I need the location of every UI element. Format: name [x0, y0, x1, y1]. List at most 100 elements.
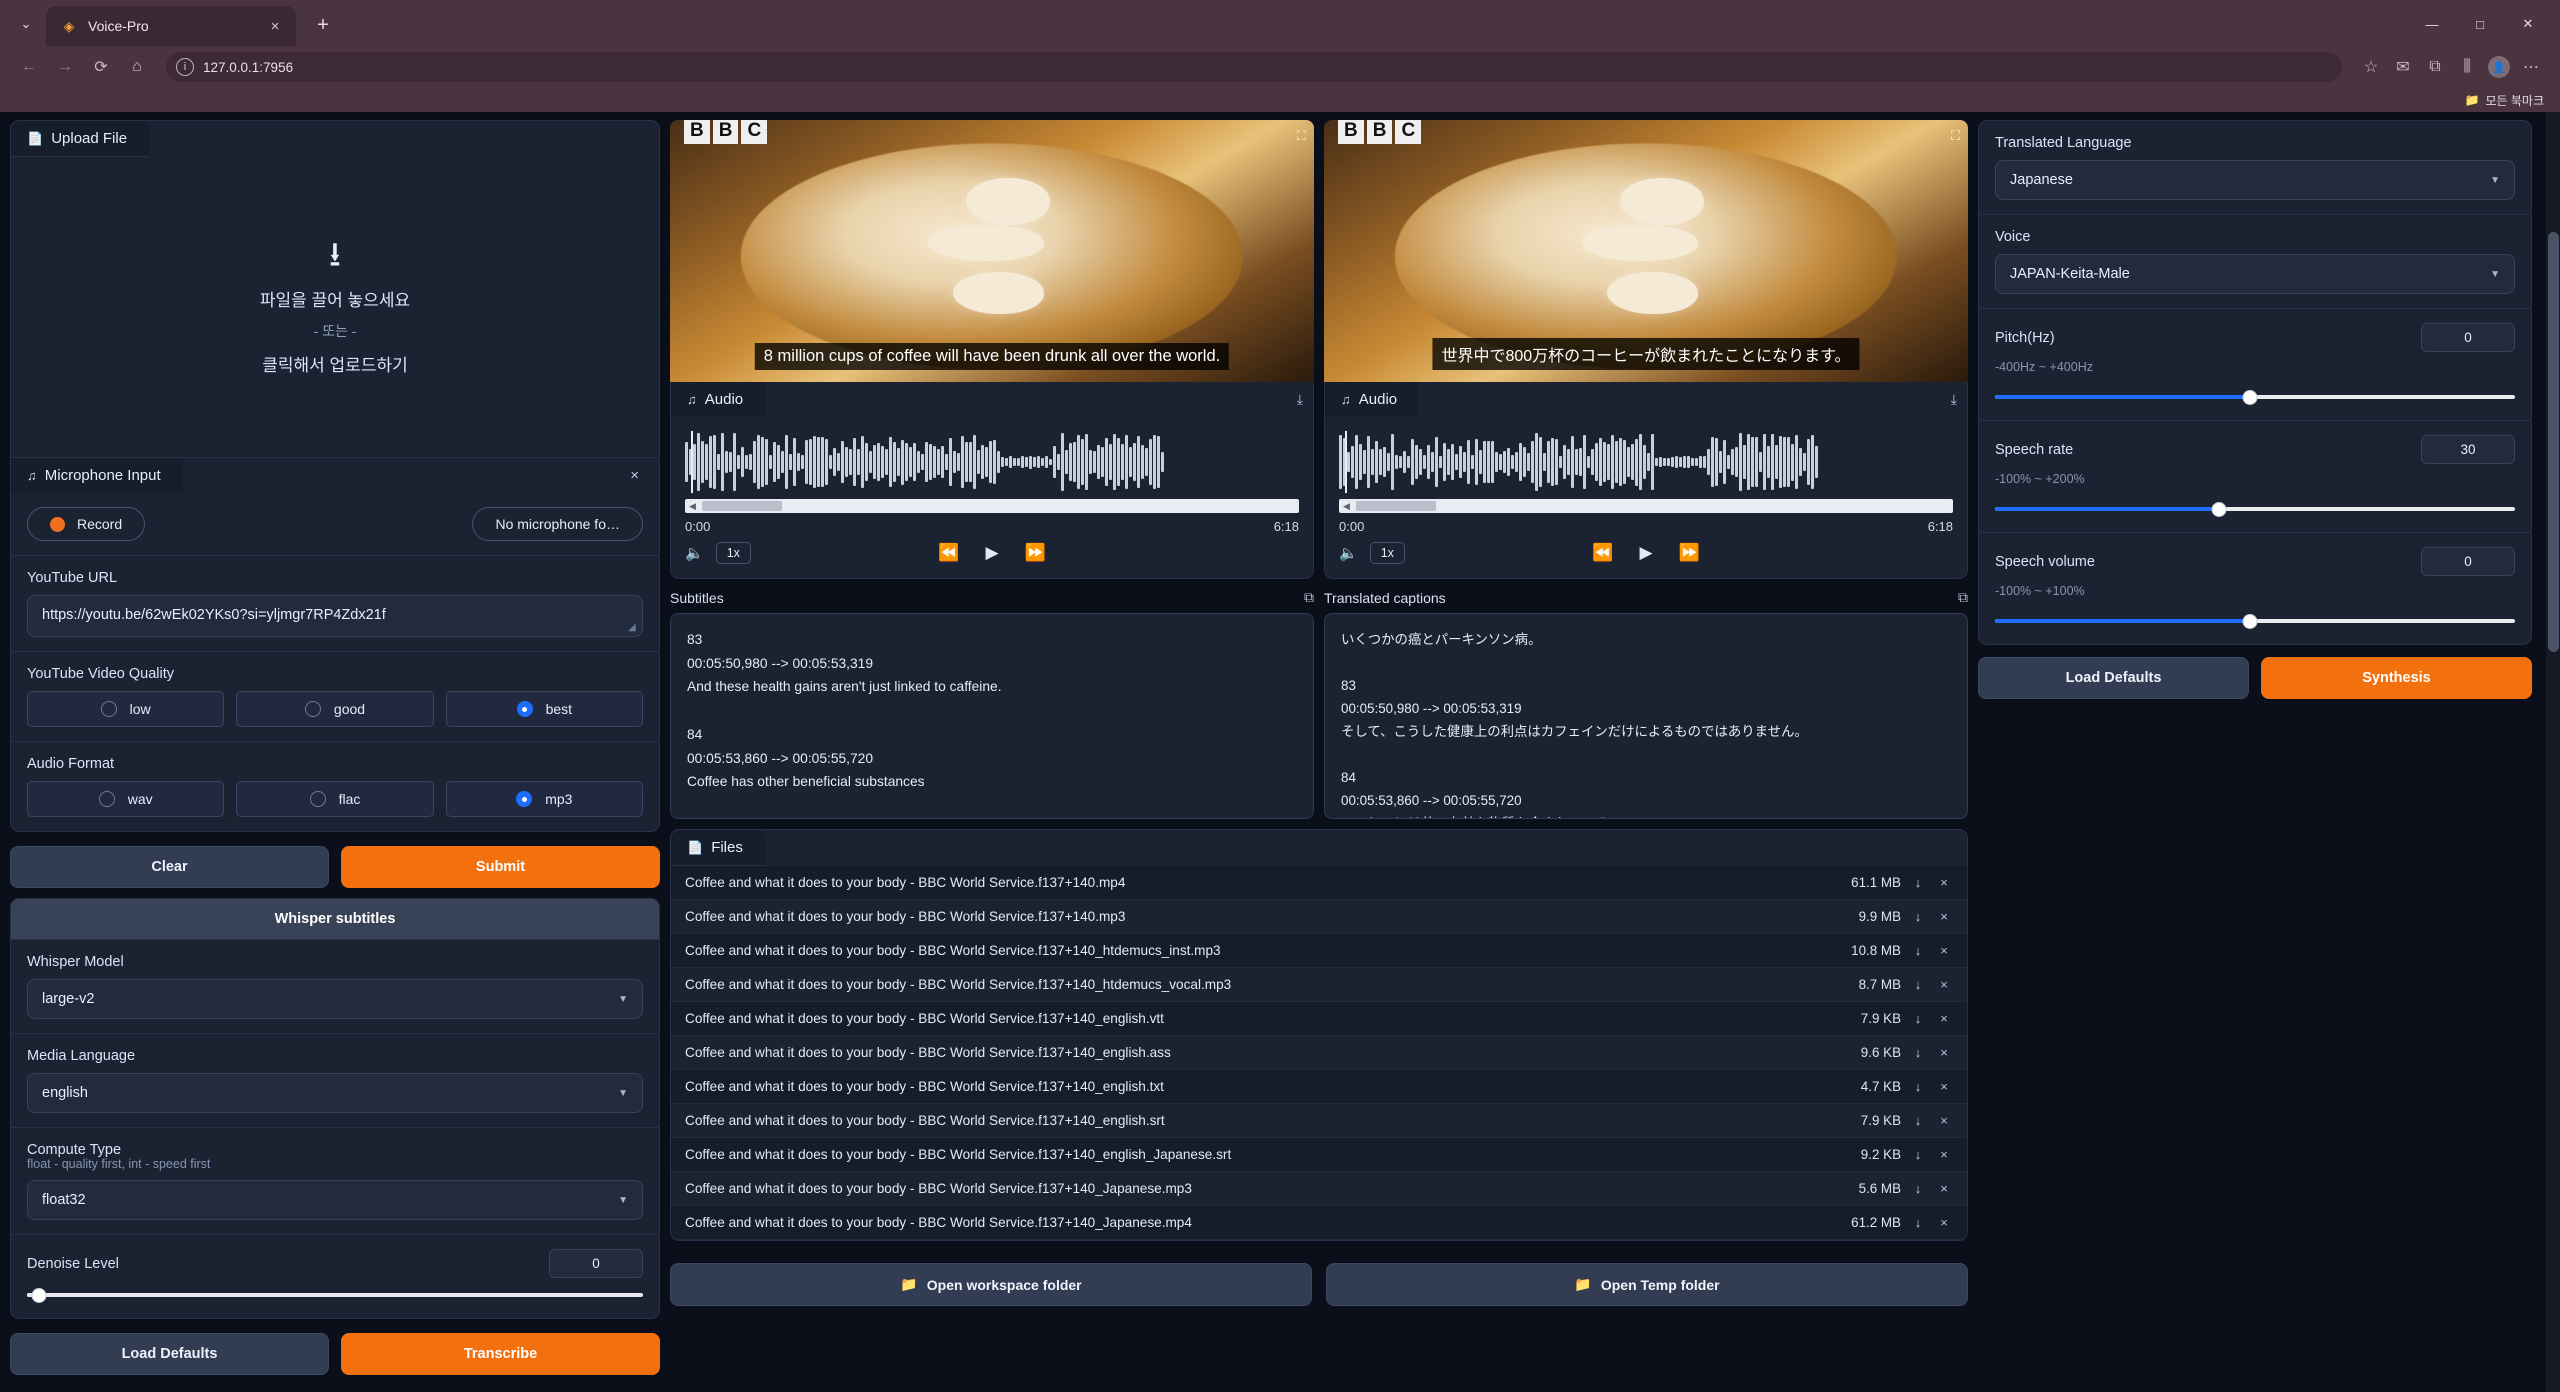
tab-files[interactable]: 📄 Files	[671, 830, 765, 866]
download-icon[interactable]: ↓	[1911, 1147, 1925, 1162]
table-row[interactable]: Coffee and what it does to your body - B…	[671, 900, 1967, 934]
download-icon[interactable]: ↓	[1911, 1011, 1925, 1026]
download-icon[interactable]: ↓	[1911, 875, 1925, 890]
microphone-status[interactable]: No microphone fo…	[472, 507, 643, 541]
close-window-icon[interactable]: ✕	[2506, 8, 2550, 40]
volume-icon[interactable]: 🔈	[685, 544, 704, 562]
back-icon[interactable]: ←	[14, 52, 44, 82]
site-info-icon[interactable]: i	[176, 58, 194, 76]
download-icon[interactable]: ↓	[1911, 943, 1925, 958]
download-icon[interactable]: ↓	[1911, 977, 1925, 992]
remove-file-icon[interactable]: ×	[1935, 1113, 1953, 1128]
table-row[interactable]: Coffee and what it does to your body - B…	[671, 1036, 1967, 1070]
table-row[interactable]: Coffee and what it does to your body - B…	[671, 866, 1967, 900]
quality-option-good[interactable]: good	[236, 691, 433, 727]
transcribe-button[interactable]: Transcribe	[341, 1333, 660, 1375]
denoise-value-input[interactable]: 0	[549, 1249, 643, 1278]
table-row[interactable]: Coffee and what it does to your body - B…	[671, 934, 1967, 968]
page-scroll-thumb[interactable]	[2548, 232, 2559, 652]
scroll-thumb[interactable]	[1356, 501, 1436, 511]
slider-knob[interactable]	[2242, 390, 2257, 405]
bookmark-star-icon[interactable]: ☆	[2356, 52, 2386, 82]
source-video-player[interactable]: B B C ⛶ 8 million cups of coffee will ha…	[670, 120, 1314, 382]
format-option-mp3[interactable]: mp3	[446, 781, 643, 817]
format-option-flac[interactable]: flac	[236, 781, 433, 817]
source-captions-text[interactable]: 83 00:05:50,980 --> 00:05:53,319 And the…	[670, 613, 1314, 819]
split-screen-icon[interactable]: ⫼	[2452, 52, 2482, 82]
browser-settings-icon[interactable]: ⋯	[2516, 52, 2546, 82]
download-icon[interactable]: ↓	[1911, 1215, 1925, 1230]
speech-rate-value-input[interactable]: 30	[2421, 435, 2515, 464]
media-language-select[interactable]: english ▼	[27, 1073, 643, 1113]
fast-forward-icon[interactable]: ⏩	[1025, 543, 1046, 563]
tab-microphone-input[interactable]: ♫ Microphone Input	[11, 458, 183, 493]
copy-icon[interactable]: ⧉	[1304, 589, 1314, 606]
tab-translated-audio[interactable]: ♫ Audio	[1325, 382, 1419, 417]
tab-list-button[interactable]: ⌄	[6, 6, 46, 42]
play-icon[interactable]: ▶	[985, 543, 998, 563]
download-icon[interactable]: ↓	[1911, 909, 1925, 924]
denoise-slider[interactable]	[27, 1286, 643, 1304]
table-row[interactable]: Coffee and what it does to your body - B…	[671, 1206, 1967, 1240]
close-tab-icon[interactable]: ×	[264, 18, 286, 35]
table-row[interactable]: Coffee and what it does to your body - B…	[671, 1172, 1967, 1206]
slider-knob[interactable]	[2211, 502, 2226, 517]
translated-waveform-scrollbar[interactable]: ◀	[1339, 499, 1953, 513]
address-bar[interactable]: i 127.0.0.1:7956	[166, 52, 2342, 82]
download-icon[interactable]: ↓	[1911, 1079, 1925, 1094]
volume-icon[interactable]: 🔈	[1339, 544, 1358, 562]
resize-grip-icon[interactable]: ◢	[628, 622, 640, 634]
extensions-icon[interactable]: ⧉	[2420, 52, 2450, 82]
close-microphone-icon[interactable]: ×	[624, 465, 645, 486]
submit-button[interactable]: Submit	[341, 846, 660, 888]
browser-tab[interactable]: ◈ Voice-Pro ×	[46, 6, 296, 46]
table-row[interactable]: Coffee and what it does to your body - B…	[671, 1002, 1967, 1036]
remove-file-icon[interactable]: ×	[1935, 875, 1953, 890]
translated-captions-text[interactable]: いくつかの癌とパーキンソン病。 83 00:05:50,980 --> 00:0…	[1324, 613, 1968, 819]
slider-knob[interactable]	[32, 1288, 47, 1303]
table-row[interactable]: Coffee and what it does to your body - B…	[671, 1070, 1967, 1104]
voice-select[interactable]: JAPAN-Keita-Male ▼	[1995, 254, 2515, 294]
remove-file-icon[interactable]: ×	[1935, 1215, 1953, 1230]
translated-waveform[interactable]	[1339, 431, 1953, 493]
reload-icon[interactable]: ⟳	[86, 52, 116, 82]
profile-avatar[interactable]: 👤	[2484, 52, 2514, 82]
fullscreen-icon[interactable]: ⛶	[1297, 128, 1306, 144]
translated-video-player[interactable]: B B C ⛶ 世界中で800万杯のコーヒーが飲まれたことになります。	[1324, 120, 1968, 382]
whisper-model-select[interactable]: large-v2 ▼	[27, 979, 643, 1019]
copy-icon[interactable]: ⧉	[1958, 589, 1968, 606]
remove-file-icon[interactable]: ×	[1935, 943, 1953, 958]
remove-file-icon[interactable]: ×	[1935, 1147, 1953, 1162]
fullscreen-icon[interactable]: ⛶	[1951, 128, 1960, 144]
bookmark-all-folder[interactable]: 📁 모든 북마크	[2465, 92, 2545, 109]
download-icon[interactable]: ↓	[1911, 1181, 1925, 1196]
synthesis-button[interactable]: Synthesis	[2261, 657, 2532, 699]
speech-rate-slider[interactable]	[1995, 500, 2515, 518]
rewind-icon[interactable]: ⏪	[938, 543, 959, 563]
scroll-left-icon[interactable]: ◀	[685, 501, 700, 512]
scroll-thumb[interactable]	[702, 501, 782, 511]
speech-volume-value-input[interactable]: 0	[2421, 547, 2515, 576]
remove-file-icon[interactable]: ×	[1935, 1181, 1953, 1196]
quality-option-best[interactable]: best	[446, 691, 643, 727]
play-icon[interactable]: ▶	[1639, 543, 1652, 563]
open-workspace-folder-button[interactable]: 📁 Open workspace folder	[670, 1263, 1312, 1306]
collections-icon[interactable]: ✉	[2388, 52, 2418, 82]
open-temp-folder-button[interactable]: 📁 Open Temp folder	[1326, 1263, 1968, 1306]
table-row[interactable]: Coffee and what it does to your body - B…	[671, 1138, 1967, 1172]
download-icon[interactable]: ↓	[1911, 1113, 1925, 1128]
file-dropzone[interactable]: ⭳ 파일을 끌어 놓으세요 - 또는 - 클릭해서 업로드하기	[11, 157, 659, 457]
remove-file-icon[interactable]: ×	[1935, 977, 1953, 992]
pitch-value-input[interactable]: 0	[2421, 323, 2515, 352]
speech-volume-slider[interactable]	[1995, 612, 2515, 630]
download-icon[interactable]: ↓	[1911, 1045, 1925, 1060]
record-button[interactable]: Record	[27, 507, 145, 541]
scroll-left-icon[interactable]: ◀	[1339, 501, 1354, 512]
format-option-wav[interactable]: wav	[27, 781, 224, 817]
page-scrollbar[interactable]	[2546, 112, 2560, 1392]
remove-file-icon[interactable]: ×	[1935, 1079, 1953, 1094]
youtube-url-input[interactable]: https://youtu.be/62wEk02YKs0?si=yljmgr7R…	[27, 595, 643, 637]
remove-file-icon[interactable]: ×	[1935, 1011, 1953, 1026]
quality-option-low[interactable]: low	[27, 691, 224, 727]
table-row[interactable]: Coffee and what it does to your body - B…	[671, 1104, 1967, 1138]
